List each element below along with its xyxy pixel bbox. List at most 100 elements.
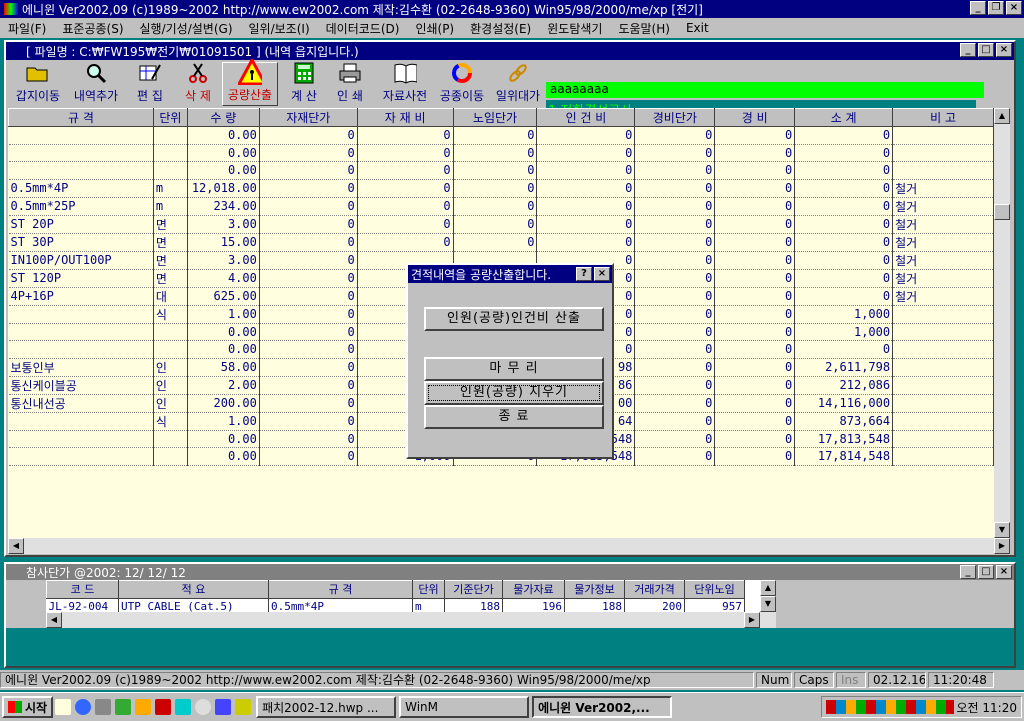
calc-labor-cost-button[interactable]: 인원(공량)인건비 산출 — [424, 307, 604, 331]
grid-vertical-scrollbar[interactable]: ▲ ▼ — [994, 108, 1010, 538]
grid-row[interactable]: ST 20P 면 3.00 0 0 0 0 0 0 0 철거 — [8, 215, 994, 234]
grid-cell: ST 30P — [8, 233, 154, 252]
sub-col-code[interactable]: 코 드 — [46, 580, 119, 599]
exit-button[interactable]: 종 료 — [424, 405, 604, 429]
sub-col-desc[interactable]: 적 요 — [118, 580, 269, 599]
grid-row[interactable]: 0.00 0 0 0 0 0 0 0 — [8, 126, 994, 145]
grid-cell: 식 — [153, 305, 188, 324]
sub-col-price-info[interactable]: 물가정보 — [564, 580, 625, 599]
col-header-note[interactable]: 비 고 — [892, 108, 994, 127]
quick-launch-app-icon[interactable] — [155, 699, 172, 715]
sub-close-button[interactable]: × — [996, 565, 1012, 579]
quick-launch-folder-icon[interactable] — [235, 699, 252, 715]
sub-maximize-button[interactable]: □ — [978, 565, 994, 579]
col-header-material-cost[interactable]: 자 재 비 — [356, 108, 454, 127]
grid-cell: 3.00 — [187, 251, 260, 270]
grid-cell: 0 — [259, 215, 358, 234]
quick-launch-desktop-icon[interactable] — [175, 699, 192, 715]
scroll-up-button[interactable]: ▲ — [994, 108, 1010, 124]
clear-labor-button[interactable]: 인원(공량) 지우기 — [424, 381, 604, 405]
doc-maximize-button[interactable]: □ — [978, 43, 994, 57]
toolbar-unit-cost-button[interactable]: 일위대가 — [492, 62, 544, 106]
menu-explorer[interactable]: 윈도탐색기 — [539, 20, 610, 37]
grid-cell: 0 — [259, 430, 358, 448]
toolbar-delete-button[interactable]: 삭 제 — [176, 62, 220, 106]
col-header-unit[interactable]: 단위 — [152, 108, 188, 127]
grid-row[interactable]: 0.00 0 0 0 0 0 0 0 — [8, 161, 994, 180]
sub-col-unit[interactable]: 단위 — [412, 580, 445, 599]
grid-cell: 0 — [453, 233, 538, 252]
scroll-thumb[interactable] — [994, 204, 1010, 220]
restore-button[interactable]: ❐ — [988, 1, 1004, 15]
quick-launch-notepad-icon[interactable] — [55, 699, 72, 715]
col-header-material-price[interactable]: 자재단가 — [258, 108, 358, 127]
menu-help[interactable]: 도움말(H) — [610, 20, 678, 37]
sub-scroll-left-button[interactable]: ◀ — [46, 612, 62, 628]
col-header-subtotal[interactable]: 소 계 — [794, 108, 894, 127]
col-header-labor-price[interactable]: 노임단가 — [452, 108, 538, 127]
quick-launch-media-icon[interactable] — [135, 699, 152, 715]
taskbar-item-winm[interactable]: WinM — [399, 696, 530, 718]
menu-print[interactable]: 인쇄(P) — [407, 20, 462, 37]
menu-unit[interactable]: 일위/보조(I) — [241, 20, 318, 37]
sub-horizontal-scrollbar[interactable]: ◀ ▶ — [46, 612, 776, 628]
grid-cell: 식 — [153, 412, 188, 431]
toolbar-add-item-button[interactable]: 내역추가 — [68, 62, 124, 106]
menu-file[interactable]: 파일(F) — [0, 20, 54, 37]
menu-execute[interactable]: 실행/기성/설변(G) — [132, 20, 241, 37]
sub-col-unit-labor[interactable]: 단위노임 — [684, 580, 745, 599]
tray-clock[interactable]: 오전 11:20 — [957, 699, 1017, 716]
dialog-help-button[interactable]: ? — [576, 267, 592, 281]
taskbar-item-hwp[interactable]: 패치2002-12.hwp ... — [256, 696, 397, 718]
col-header-labor-cost[interactable]: 인 건 비 — [536, 108, 636, 127]
col-header-expense-price[interactable]: 경비단가 — [634, 108, 716, 127]
scroll-left-button[interactable]: ◀ — [8, 538, 24, 554]
doc-minimize-button[interactable]: _ — [960, 43, 976, 57]
toolbar-dictionary-button[interactable]: 자료사전 — [378, 62, 432, 106]
menu-standard[interactable]: 표준공종(S) — [54, 20, 131, 37]
toolbar-labor-calc-button[interactable]: 공량산출 — [222, 59, 278, 106]
grid-row[interactable]: 0.5mm*25P m 234.00 0 0 0 0 0 0 0 철거 — [8, 197, 994, 216]
sub-col-spec[interactable]: 규 격 — [268, 580, 413, 599]
system-tray: 오전 11:20 — [820, 696, 1022, 718]
toolbar-header-move-button[interactable]: 갑지이동 — [10, 62, 66, 106]
toolbar-calculate-button[interactable]: 계 산 — [282, 62, 326, 106]
close-button[interactable]: × — [1006, 1, 1022, 15]
quick-launch-outlook-icon[interactable] — [95, 699, 112, 715]
sub-scroll-up-button[interactable]: ▲ — [760, 580, 776, 596]
quick-launch-tree-icon[interactable] — [115, 699, 132, 715]
minimize-button[interactable]: _ — [970, 1, 986, 15]
start-button[interactable]: 시작 — [2, 696, 54, 718]
sub-col-trade-price[interactable]: 거래가격 — [624, 580, 685, 599]
menu-exit[interactable]: Exit — [678, 21, 717, 35]
quick-launch-search-icon[interactable] — [195, 699, 212, 715]
toolbar-trade-move-button[interactable]: 공종이동 — [434, 62, 490, 106]
finish-button[interactable]: 마 무 리 — [424, 357, 604, 381]
sub-minimize-button[interactable]: _ — [960, 565, 976, 579]
toolbar-print-button[interactable]: 인 쇄 — [328, 62, 372, 106]
warning-worker-icon — [238, 59, 262, 85]
material-price-grid[interactable]: 코 드 적 요 규 격 단위 기준단가 물가자료 물가정보 거래가격 단위노임 … — [46, 580, 776, 628]
taskbar-item-eniwin[interactable]: 에니윈 Ver2002,... — [532, 696, 673, 718]
grid-row[interactable]: 0.00 0 0 0 0 0 0 0 — [8, 144, 994, 162]
col-header-expense[interactable]: 경 비 — [714, 108, 796, 127]
scroll-right-button[interactable]: ▶ — [994, 538, 1010, 554]
grid-row[interactable]: 0.5mm*4P m 12,018.00 0 0 0 0 0 0 0 철거 — [8, 179, 994, 198]
grid-cell: 0 — [794, 340, 894, 359]
toolbar-edit-button[interactable]: 편 집 — [126, 62, 174, 106]
sub-scroll-down-button[interactable]: ▼ — [760, 596, 776, 612]
grid-horizontal-scrollbar[interactable]: ◀ ▶ — [8, 538, 1010, 554]
menu-settings[interactable]: 환경설정(E) — [462, 20, 539, 37]
col-header-spec[interactable]: 규 격 — [8, 108, 154, 127]
sub-col-base-price[interactable]: 기준단가 — [444, 580, 503, 599]
quick-launch-word-icon[interactable] — [215, 699, 232, 715]
col-header-qty[interactable]: 수 량 — [186, 108, 260, 127]
scroll-down-button[interactable]: ▼ — [994, 522, 1010, 538]
sub-col-price-data[interactable]: 물가자료 — [502, 580, 565, 599]
grid-row[interactable]: ST 30P 면 15.00 0 0 0 0 0 0 0 철거 — [8, 233, 994, 252]
quick-launch-ie-icon[interactable] — [75, 699, 92, 715]
sub-scroll-right-button[interactable]: ▶ — [744, 612, 760, 628]
menu-datacode[interactable]: 데이터코드(D) — [318, 20, 408, 37]
dialog-close-button[interactable]: × — [594, 267, 610, 281]
doc-close-button[interactable]: × — [996, 43, 1012, 57]
